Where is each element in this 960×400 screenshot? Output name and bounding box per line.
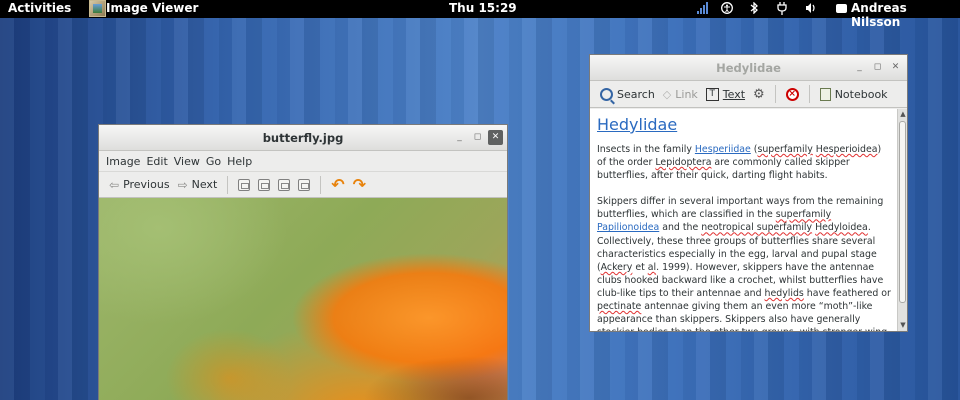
toolbar-separator bbox=[320, 175, 322, 194]
rotate-right-icon: ↷ bbox=[352, 175, 367, 194]
vertical-scrollbar[interactable]: ▲ ▼ bbox=[897, 109, 907, 331]
help-titlebar[interactable]: Hedylidae _ ◻ ✕ bbox=[590, 55, 907, 81]
text: antennae giving them an even more “moth”… bbox=[597, 301, 887, 331]
article-heading[interactable]: Hedylidae bbox=[597, 115, 891, 135]
previous-button[interactable]: ⇦ Previous bbox=[105, 178, 174, 192]
stop-icon: × bbox=[785, 87, 799, 101]
search-button[interactable]: Search bbox=[596, 87, 659, 101]
image-viewer-window: butterfly.jpg _ ◻ ✕ Image Edit View Go H… bbox=[98, 124, 508, 400]
notebook-button[interactable]: Notebook bbox=[816, 87, 892, 101]
search-icon bbox=[600, 87, 613, 101]
bluetooth-icon[interactable] bbox=[749, 1, 759, 17]
image-viewer-app-icon[interactable] bbox=[89, 0, 106, 17]
toolbar-separator bbox=[227, 175, 229, 194]
zoom-normal-button[interactable] bbox=[274, 178, 294, 191]
settings-button[interactable]: ⚙ bbox=[749, 87, 769, 102]
text: Lepidoptera bbox=[655, 157, 712, 169]
zoom-in-icon bbox=[238, 178, 251, 191]
window-controls: _ ◻ ✕ bbox=[852, 60, 903, 75]
rotate-right-button[interactable]: ↷ bbox=[349, 175, 370, 194]
scrollbar-thumb[interactable] bbox=[899, 121, 906, 303]
window-title: Hedylidae bbox=[716, 61, 781, 75]
text: et bbox=[632, 261, 648, 273]
image-canvas[interactable] bbox=[99, 198, 507, 400]
link-hesperiidae[interactable]: Hesperiidae bbox=[695, 144, 751, 155]
close-button[interactable]: ✕ bbox=[488, 130, 503, 145]
toolbar-separator bbox=[808, 85, 810, 103]
window-controls: _ ◻ ✕ bbox=[452, 130, 503, 145]
text: hedylids bbox=[764, 287, 804, 299]
text: pectinate bbox=[597, 301, 642, 313]
gears-icon: ⚙ bbox=[753, 86, 765, 102]
accessibility-icon[interactable] bbox=[721, 2, 733, 17]
close-button[interactable]: ✕ bbox=[888, 60, 903, 75]
menu-help[interactable]: Help bbox=[226, 155, 257, 168]
zoom-out-button[interactable] bbox=[254, 178, 274, 191]
help-toolbar: Search ◇ Link T Text ⚙ × Notebook bbox=[590, 81, 907, 108]
text: neotropical superfamily bbox=[701, 222, 813, 234]
zoom-fit-icon bbox=[298, 178, 311, 191]
zoom-in-button[interactable] bbox=[234, 178, 254, 191]
chat-status-icon[interactable] bbox=[836, 4, 847, 13]
article-paragraph: Skippers differ in several important way… bbox=[597, 195, 891, 331]
search-label: Search bbox=[617, 87, 655, 101]
stop-button[interactable]: × bbox=[782, 87, 803, 101]
menu-view[interactable]: View bbox=[173, 155, 205, 168]
power-icon[interactable] bbox=[777, 2, 787, 18]
app-menu-button[interactable]: Image Viewer bbox=[106, 1, 198, 15]
signal-icon[interactable] bbox=[697, 2, 709, 17]
go-next-icon: ⇨ bbox=[177, 177, 188, 192]
article-content[interactable]: Hedylidae Insects in the family Hesperii… bbox=[590, 109, 897, 331]
top-panel: Activities Image Viewer Thu 15:29 Andrea… bbox=[0, 0, 960, 29]
text: Skippers differ in several important way… bbox=[597, 196, 884, 221]
maximize-button[interactable]: ◻ bbox=[470, 130, 485, 145]
minimize-button[interactable]: _ bbox=[452, 130, 467, 145]
notebook-icon bbox=[819, 87, 831, 101]
text: al bbox=[647, 261, 657, 273]
text-label: Text bbox=[722, 87, 746, 101]
text: superfamily bbox=[775, 209, 832, 221]
zoom-normal-icon bbox=[278, 178, 291, 191]
zoom-fit-button[interactable] bbox=[294, 178, 314, 191]
menu-image[interactable]: Image bbox=[105, 155, 145, 168]
link-icon: ◇ bbox=[662, 87, 672, 101]
link-label: Link bbox=[675, 87, 698, 101]
next-label: Next bbox=[191, 178, 218, 191]
maximize-button[interactable]: ◻ bbox=[870, 60, 885, 75]
scroll-up-icon[interactable]: ▲ bbox=[899, 110, 907, 119]
volume-icon[interactable] bbox=[805, 2, 817, 17]
text: Hesperioidea bbox=[815, 144, 878, 155]
help-window: Hedylidae _ ◻ ✕ Search ◇ Link T Text ⚙ × bbox=[589, 54, 908, 332]
notebook-label: Notebook bbox=[834, 87, 888, 101]
zoom-out-icon bbox=[258, 178, 271, 191]
text: Ackery bbox=[600, 261, 633, 273]
window-title: butterfly.jpg bbox=[262, 131, 344, 145]
clock[interactable]: Thu 15:29 bbox=[449, 1, 517, 15]
scroll-down-icon[interactable]: ▼ bbox=[899, 321, 907, 330]
go-previous-icon: ⇦ bbox=[109, 177, 120, 192]
text-icon: T bbox=[705, 87, 719, 101]
text: and the bbox=[659, 222, 702, 234]
menu-go[interactable]: Go bbox=[205, 155, 226, 168]
menubar: Image Edit View Go Help bbox=[99, 151, 507, 171]
text: Hedyloidea bbox=[815, 222, 868, 234]
rotate-left-icon: ↶ bbox=[331, 175, 345, 194]
toolbar-separator bbox=[774, 85, 776, 103]
minimize-button[interactable]: _ bbox=[852, 60, 867, 75]
article-paragraph: Insects in the family Hesperiidae (super… bbox=[597, 143, 891, 182]
previous-label: Previous bbox=[123, 178, 170, 191]
next-button[interactable]: ⇨ Next bbox=[174, 178, 222, 192]
text-button[interactable]: T Text bbox=[702, 87, 749, 101]
user-menu-button[interactable]: Andreas Nilsson bbox=[851, 1, 960, 29]
viewer-titlebar[interactable]: butterfly.jpg _ ◻ ✕ bbox=[99, 125, 507, 151]
viewer-toolbar: ⇦ Previous ⇨ Next ↶ ↷ bbox=[99, 171, 507, 198]
text: superfamily bbox=[757, 144, 813, 155]
rotate-left-button[interactable]: ↶ bbox=[327, 175, 348, 194]
activities-button[interactable]: Activities bbox=[8, 1, 71, 15]
text: have feathered or bbox=[803, 287, 891, 299]
text: Insects in the family bbox=[597, 144, 695, 155]
link-button[interactable]: ◇ Link bbox=[659, 88, 702, 101]
menu-edit[interactable]: Edit bbox=[145, 155, 172, 168]
link-papilionoidea[interactable]: Papilionoidea bbox=[597, 222, 659, 233]
